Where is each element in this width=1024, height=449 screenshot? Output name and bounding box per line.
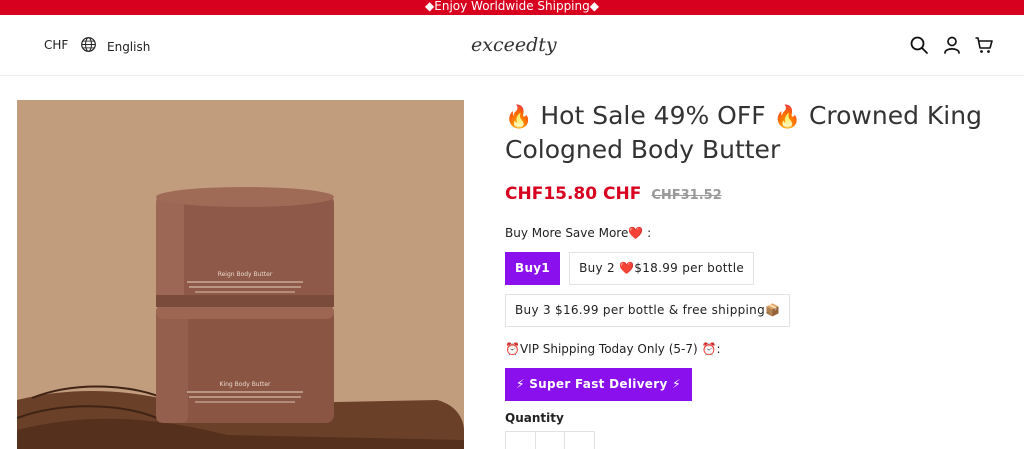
sale-price: CHF15.80 CHF — [505, 184, 642, 204]
top-jar-label: Reign Body Butter — [218, 271, 273, 278]
language-label: English — [107, 39, 151, 54]
bundle-label: Buy More Save More❤️ : — [505, 226, 652, 240]
product-info: 🔥 Hot Sale 49% OFF 🔥 Crowned King Cologn… — [505, 100, 1005, 449]
quantity-stepper[interactable] — [505, 431, 595, 449]
quantity-label: Quantity — [505, 411, 564, 425]
bottom-jar-label: King Body Butter — [220, 381, 271, 388]
site-logo[interactable]: exceedty — [471, 34, 557, 56]
cart-icon[interactable] — [974, 35, 994, 55]
quantity-increase-button[interactable] — [565, 432, 594, 449]
account-icon[interactable] — [942, 35, 962, 55]
compare-price: CHF31.52 — [651, 188, 722, 203]
product-title: 🔥 Hot Sale 49% OFF 🔥 Crowned King Cologn… — [505, 100, 1005, 166]
product-image[interactable]: Reign Body Butter King Body Butter — [17, 100, 464, 449]
bundle-option-buy3[interactable]: Buy 3 $16.99 per bottle & free shipping📦 — [505, 294, 791, 327]
title-sale-text: Hot Sale 49% OFF — [540, 101, 766, 130]
announcement-text: ◆Enjoy Worldwide Shipping◆ — [425, 0, 599, 13]
currency-selector[interactable]: CHF — [44, 38, 68, 52]
language-selector[interactable]: English — [80, 36, 150, 57]
super-fast-delivery-button[interactable]: ⚡ Super Fast Delivery ⚡ — [505, 368, 692, 401]
search-icon[interactable] — [909, 35, 929, 55]
bundle-options: Buy1 Buy 2 ❤️$18.99 per bottle Buy 3 $16… — [505, 252, 805, 336]
fire-icon: 🔥 — [773, 105, 801, 130]
site-header: CHF English exceedty — [0, 15, 1024, 76]
quantity-decrease-button[interactable] — [506, 432, 536, 449]
shipping-label: ⏰VIP Shipping Today Only (5-7) ⏰: — [505, 342, 721, 356]
quantity-input[interactable] — [536, 432, 566, 449]
globe-icon — [80, 36, 97, 57]
announcement-bar: ◆Enjoy Worldwide Shipping◆ — [0, 0, 1024, 15]
price-row: CHF15.80 CHF CHF31.52 — [505, 184, 1005, 204]
bundle-option-buy2[interactable]: Buy 2 ❤️$18.99 per bottle — [569, 252, 755, 285]
bundle-option-buy1[interactable]: Buy1 — [505, 252, 561, 285]
fire-icon: 🔥 — [505, 105, 533, 130]
